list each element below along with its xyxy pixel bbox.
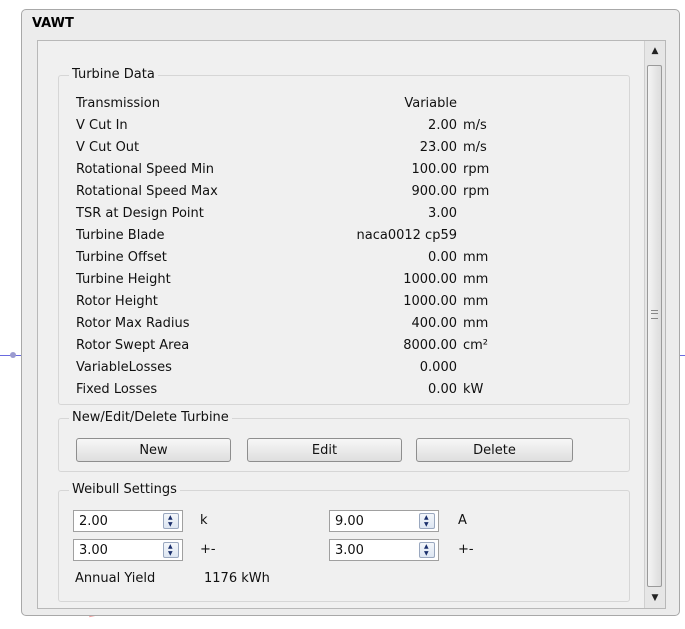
data-row: Rotor Height 1000.00 mm <box>59 294 629 314</box>
weibull-settings-title: Weibull Settings <box>69 482 180 497</box>
edit-turbine-title: New/Edit/Delete Turbine <box>69 410 232 425</box>
row-label: Turbine Offset <box>76 250 167 265</box>
vawt-dock-window: VAWT ▲ ▼ Turbine Data Transmission Varia… <box>21 9 680 616</box>
row-unit: kW <box>463 382 484 397</box>
row-value: 0.00 <box>428 382 457 397</box>
spin-down-icon[interactable]: ▼ <box>168 522 173 528</box>
row-label: Turbine Height <box>76 272 171 287</box>
scrollbar-thumb[interactable] <box>647 65 662 587</box>
row-unit: mm <box>463 250 489 265</box>
spinbox-value: 2.00 <box>79 514 108 529</box>
row-unit: m/s <box>463 140 487 155</box>
spin-buttons[interactable]: ▲ ▼ <box>163 513 179 529</box>
row-label: Rotational Speed Max <box>76 184 218 199</box>
weibull-a-tolerance-spinbox[interactable]: 3.00 ▲ ▼ <box>329 539 439 561</box>
row-value: Variable <box>404 96 457 111</box>
row-unit: rpm <box>463 184 490 199</box>
window-title: VAWT <box>32 16 74 31</box>
row-label: Transmission <box>76 96 160 111</box>
spin-down-icon[interactable]: ▼ <box>424 522 429 528</box>
annual-yield-label: Annual Yield <box>75 571 156 586</box>
weibull-a-spinbox[interactable]: 9.00 ▲ ▼ <box>329 510 439 532</box>
spin-buttons[interactable]: ▲ ▼ <box>419 542 435 558</box>
spin-buttons[interactable]: ▲ ▼ <box>163 542 179 558</box>
scroll-down-icon[interactable]: ▼ <box>647 590 663 606</box>
spin-buttons[interactable]: ▲ ▼ <box>419 513 435 529</box>
background-left <box>0 0 18 627</box>
row-unit: m/s <box>463 118 487 133</box>
spinbox-value: 3.00 <box>335 543 364 558</box>
weibull-a-label: A <box>458 513 467 528</box>
weibull-a-tolerance-label: +- <box>458 542 474 557</box>
data-row: VariableLosses 0.000 <box>59 360 629 380</box>
grip-icon <box>651 310 658 319</box>
row-value: 2.00 <box>428 118 457 133</box>
row-value: 100.00 <box>411 162 458 177</box>
row-label: V Cut Out <box>76 140 140 155</box>
graph-marker-left <box>10 352 16 358</box>
data-row: Fixed Losses 0.00 kW <box>59 382 629 402</box>
vertical-scrollbar[interactable]: ▲ ▼ <box>644 41 665 608</box>
data-row: TSR at Design Point 3.00 <box>59 206 629 226</box>
row-unit: rpm <box>463 162 490 177</box>
edit-turbine-group: New/Edit/Delete Turbine New Edit Delete <box>58 410 630 472</box>
weibull-k-label: k <box>200 513 208 528</box>
spin-down-icon[interactable]: ▼ <box>168 551 173 557</box>
row-label: Rotor Swept Area <box>76 338 190 353</box>
new-button[interactable]: New <box>76 438 231 462</box>
data-row: Turbine Blade naca0012 cp59 <box>59 228 629 248</box>
weibull-settings-group: Weibull Settings 2.00 ▲ ▼ k 9.00 ▲ ▼ A 3… <box>58 482 630 602</box>
data-row: Rotational Speed Max 900.00 rpm <box>59 184 629 204</box>
row-value: 1000.00 <box>403 272 457 287</box>
turbine-data-group: Turbine Data Transmission Variable V Cut… <box>58 67 630 405</box>
row-label: Rotor Height <box>76 294 158 309</box>
weibull-k-tolerance-label: +- <box>200 542 216 557</box>
data-row: Rotor Swept Area 8000.00 cm² <box>59 338 629 358</box>
delete-button[interactable]: Delete <box>416 438 573 462</box>
scroll-up-icon[interactable]: ▲ <box>647 43 663 59</box>
row-value: 0.00 <box>428 250 457 265</box>
data-row: Turbine Height 1000.00 mm <box>59 272 629 292</box>
data-row: Turbine Offset 0.00 mm <box>59 250 629 270</box>
spinbox-value: 3.00 <box>79 543 108 558</box>
row-value: 8000.00 <box>403 338 457 353</box>
row-value: naca0012 cp59 <box>356 228 457 243</box>
data-row: Transmission Variable <box>59 96 629 116</box>
turbine-data-title: Turbine Data <box>69 67 158 82</box>
row-unit: mm <box>463 272 489 287</box>
row-label: VariableLosses <box>76 360 172 375</box>
row-value: 400.00 <box>411 316 458 331</box>
row-value: 0.000 <box>419 360 457 375</box>
spinbox-value: 9.00 <box>335 514 364 529</box>
weibull-k-spinbox[interactable]: 2.00 ▲ ▼ <box>73 510 183 532</box>
spin-down-icon[interactable]: ▼ <box>424 551 429 557</box>
annual-yield-value: 1176 kWh <box>204 571 270 586</box>
row-label: Rotational Speed Min <box>76 162 215 177</box>
data-row: Rotor Max Radius 400.00 mm <box>59 316 629 336</box>
row-value: 900.00 <box>411 184 458 199</box>
row-unit: cm² <box>463 338 489 353</box>
row-label: Rotor Max Radius <box>76 316 190 331</box>
data-row: V Cut Out 23.00 m/s <box>59 140 629 160</box>
row-label: TSR at Design Point <box>76 206 204 221</box>
row-unit: mm <box>463 294 489 309</box>
row-unit: mm <box>463 316 489 331</box>
weibull-k-tolerance-spinbox[interactable]: 3.00 ▲ ▼ <box>73 539 183 561</box>
edit-button[interactable]: Edit <box>247 438 402 462</box>
data-row: V Cut In 2.00 m/s <box>59 118 629 138</box>
row-label: Fixed Losses <box>76 382 158 397</box>
row-label: V Cut In <box>76 118 128 133</box>
row-label: Turbine Blade <box>76 228 165 243</box>
data-row: Rotational Speed Min 100.00 rpm <box>59 162 629 182</box>
row-value: 1000.00 <box>403 294 457 309</box>
row-value: 3.00 <box>428 206 457 221</box>
row-value: 23.00 <box>419 140 457 155</box>
